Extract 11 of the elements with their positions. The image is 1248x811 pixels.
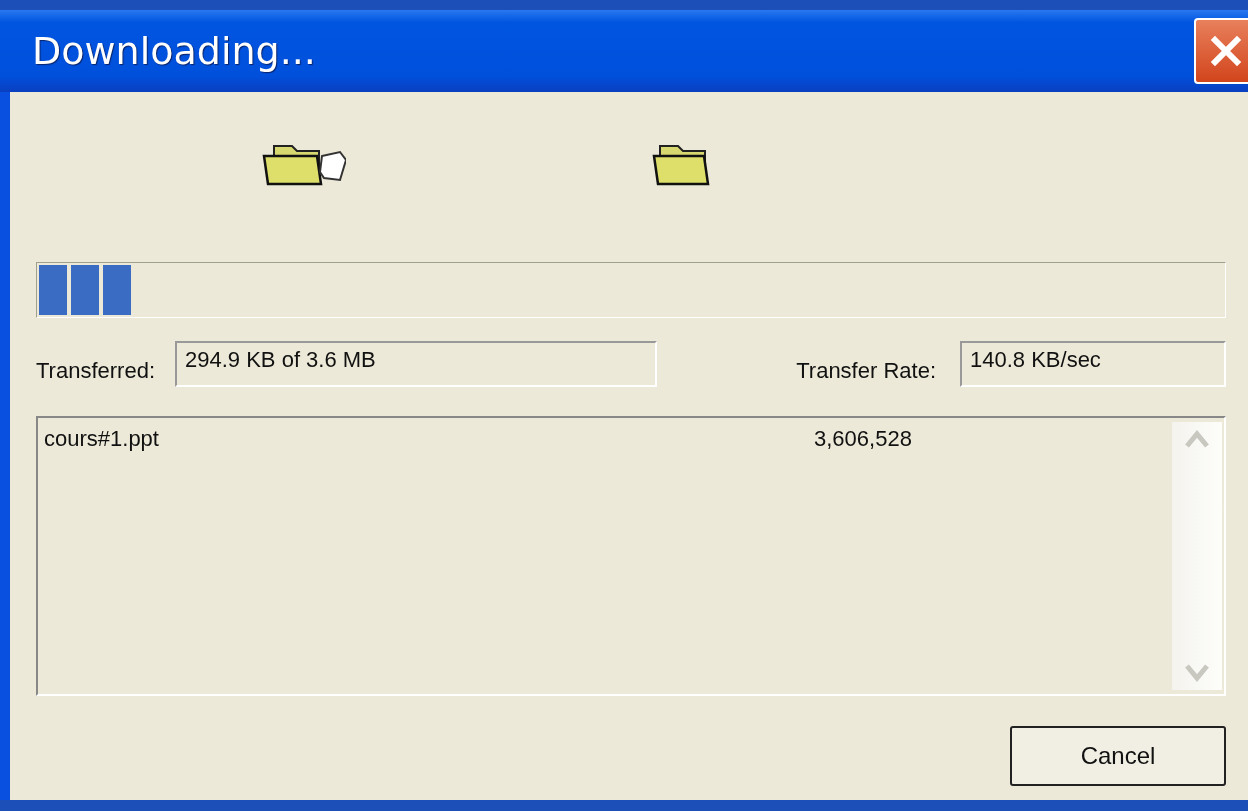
scrollbar[interactable] [1172, 422, 1222, 690]
transferred-label: Transferred: [36, 358, 155, 384]
transfer-rate-label: Transfer Rate: [796, 358, 936, 384]
file-name: cours#1.ppt [44, 426, 160, 452]
window-title: Downloading... [32, 29, 316, 73]
file-size: 3,606,528 [814, 426, 912, 452]
transferred-field: 294.9 KB of 3.6 MB [175, 341, 657, 387]
close-icon [1209, 34, 1243, 68]
close-button[interactable] [1194, 18, 1248, 84]
cancel-button[interactable]: Cancel [1010, 726, 1226, 786]
transfer-rate-field: 140.8 KB/sec [960, 341, 1226, 387]
